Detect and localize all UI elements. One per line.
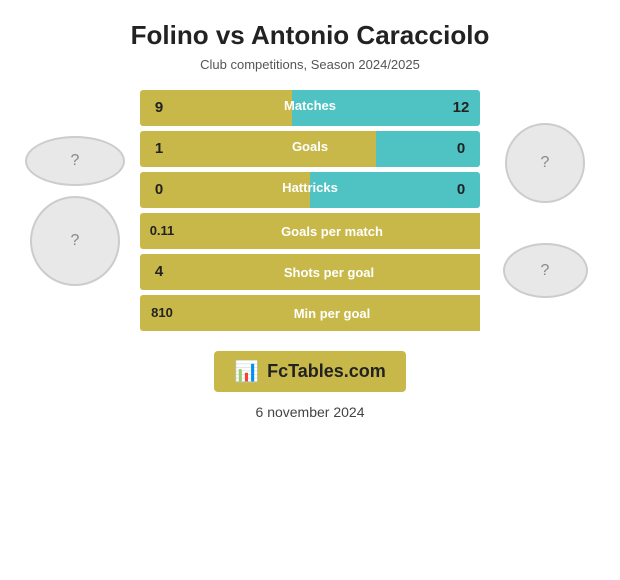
stat-row-shots-per-goal: 4 Shots per goal [140,254,480,290]
right-avatar-bottom: ? [503,243,588,298]
page: Folino vs Antonio Caracciolo Club compet… [0,0,620,580]
stat-row-min-per-goal: 810 Min per goal [140,295,480,331]
logo-icon: 📊 [234,359,259,384]
page-title: Folino vs Antonio Caracciolo [131,20,490,51]
stat-row-goals-per-match: 0.11 Goals per match [140,213,480,249]
spg-left-val: 4 [140,254,178,290]
hattricks-label: Hattricks [282,180,338,195]
stat-row-goals: 1 Goals 0 [140,131,480,167]
left-avatar-main: ? [30,196,120,286]
mpg-left-val: 810 [140,295,184,331]
spg-label: Shots per goal [284,265,374,280]
goals-right-val: 0 [442,131,480,167]
hattricks-left-val: 0 [140,172,178,208]
right-avatar-top: ? [505,123,585,203]
comparison-area: ? ? 9 Matches 12 1 [10,90,610,331]
hattricks-right-val: 0 [442,172,480,208]
goals-label: Goals [292,139,328,154]
matches-right-val: 12 [442,90,480,126]
right-avatar-top-icon: ? [541,154,550,172]
goals-left-val: 1 [140,131,178,167]
date-text: 6 november 2024 [256,404,365,420]
left-avatar-main-icon: ? [71,232,80,250]
mpg-label: Min per goal [294,306,371,321]
left-avatar-top-icon: ? [71,152,80,170]
stat-row-matches: 9 Matches 12 [140,90,480,126]
matches-left-val: 9 [140,90,178,126]
page-subtitle: Club competitions, Season 2024/2025 [200,57,420,72]
logo-area: 📊 FcTables.com [214,351,406,392]
gpm-left-val: 0.11 [140,213,184,249]
left-avatar-top: ? [25,136,125,186]
stats-container: 9 Matches 12 1 Goals 0 0 [140,90,480,331]
matches-label: Matches [284,98,336,113]
gpm-label: Goals per match [281,224,383,239]
logo-text: FcTables.com [267,361,386,382]
left-avatars: ? ? [20,136,130,286]
right-avatars: ? ? [490,123,600,298]
right-avatar-bottom-icon: ? [541,262,550,280]
stat-row-hattricks: 0 Hattricks 0 [140,172,480,208]
